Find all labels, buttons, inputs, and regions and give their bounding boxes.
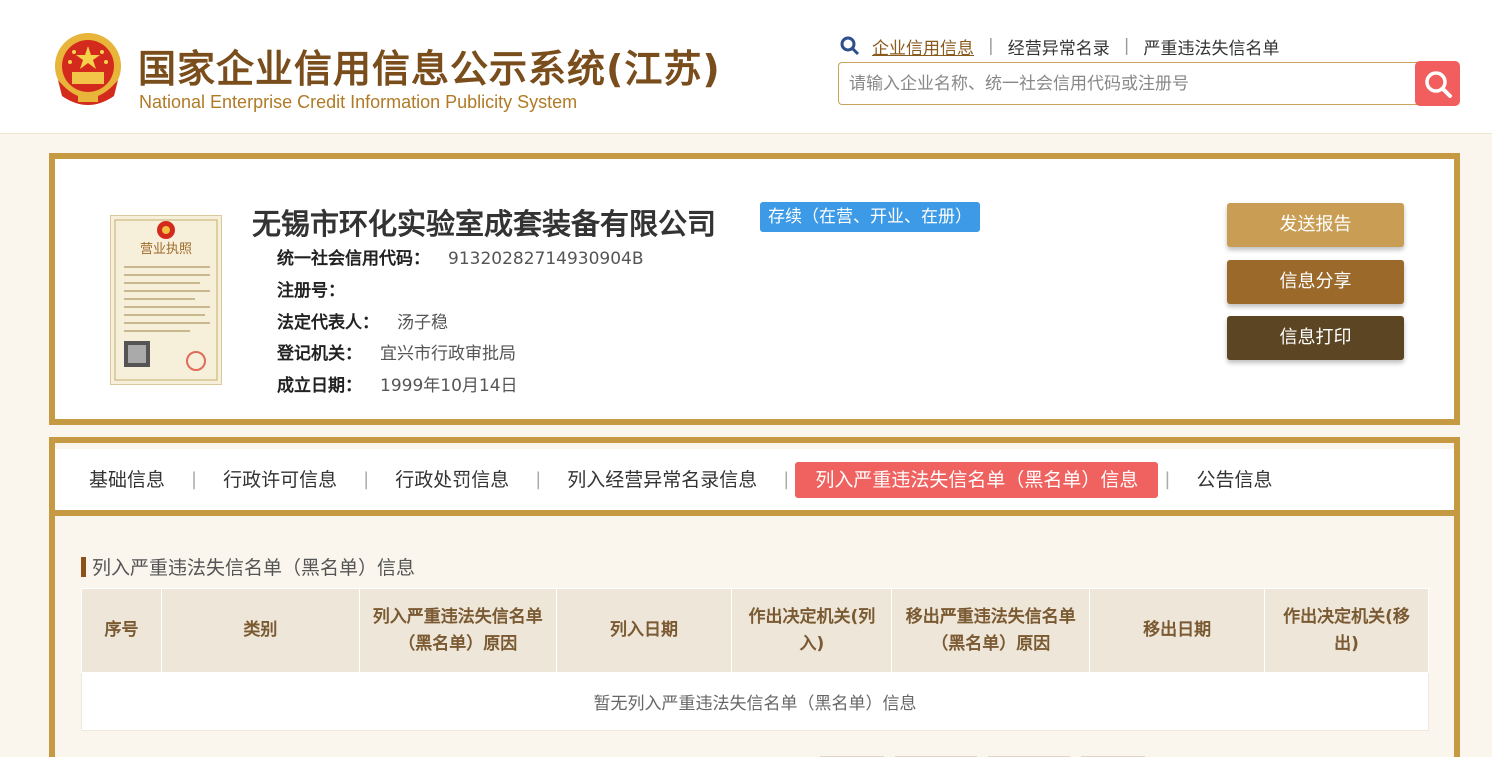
business-license-image: 营业执照 <box>110 215 222 385</box>
send-report-button[interactable]: 发送报告 <box>1227 203 1404 247</box>
tab-bar: 基础信息 | 行政许可信息 | 行政处罚信息 | 列入经营异常名录信息 | 列入… <box>55 449 1454 516</box>
field-value: 1999年10月14日 <box>380 376 518 396</box>
print-info-button[interactable]: 信息打印 <box>1227 316 1404 360</box>
search-button[interactable] <box>1415 61 1460 106</box>
national-emblem-icon <box>55 33 121 105</box>
tab-abnormal-list[interactable]: 列入经营异常名录信息 <box>547 462 777 498</box>
field-label: 统一社会信用代码： <box>277 249 430 269</box>
top-nav: 企业信用信息 | 经营异常名录 | 严重违法失信名单 <box>840 34 1279 59</box>
search-icon <box>1424 70 1452 98</box>
field-registration-number: 注册号： <box>277 276 363 301</box>
column-header: 列入严重违法失信名单（黑名单）原因 <box>358 588 557 673</box>
column-header: 作出决定机关(移出) <box>1264 588 1429 673</box>
share-info-button[interactable]: 信息分享 <box>1227 260 1404 304</box>
field-value: 91320282714930904B <box>448 249 644 269</box>
search-box <box>838 62 1418 105</box>
tab-separator: | <box>363 469 370 490</box>
tab-admin-license[interactable]: 行政许可信息 <box>203 462 357 498</box>
tab-separator: | <box>1164 469 1171 490</box>
field-value: 宜兴市行政审批局 <box>380 344 516 364</box>
search-magnifier-icon <box>840 36 860 56</box>
section-title-text: 列入严重违法失信名单（黑名单）信息 <box>92 557 416 579</box>
detail-panel: 基础信息 | 行政许可信息 | 行政处罚信息 | 列入经营异常名录信息 | 列入… <box>49 437 1460 757</box>
section-marker <box>81 556 86 577</box>
field-registration-authority: 登记机关： 宜兴市行政审批局 <box>277 339 516 364</box>
field-legal-representative: 法定代表人： 汤子稳 <box>277 308 448 333</box>
field-label: 登记机关： <box>277 344 362 364</box>
column-header: 移出严重违法失信名单（黑名单）原因 <box>891 588 1091 673</box>
site-header: 国家企业信用信息公示系统(江苏) National Enterprise Cre… <box>0 0 1492 134</box>
table-header-row: 序号 类别 列入严重违法失信名单（黑名单）原因 列入日期 作出决定机关(列入) … <box>81 588 1429 673</box>
field-label: 法定代表人： <box>277 313 379 333</box>
status-badge: 存续（在营、开业、在册） <box>760 202 980 232</box>
column-header: 移出日期 <box>1089 588 1266 673</box>
nav-separator: | <box>988 36 994 56</box>
field-credit-code: 统一社会信用代码： 91320282714930904B <box>277 244 644 269</box>
tab-blacklist[interactable]: 列入严重违法失信名单（黑名单）信息 <box>795 461 1159 498</box>
nav-link-blacklist[interactable]: 严重违法失信名单 <box>1143 34 1279 59</box>
search-input[interactable] <box>839 63 1418 104</box>
tab-separator: | <box>191 469 198 490</box>
nav-link-abnormal-list[interactable]: 经营异常名录 <box>1008 34 1110 59</box>
column-header: 列入日期 <box>555 588 733 673</box>
column-header: 类别 <box>160 588 360 673</box>
section-title: 列入严重违法失信名单（黑名单）信息 <box>81 553 415 580</box>
tab-admin-penalty[interactable]: 行政处罚信息 <box>375 462 529 498</box>
field-establishment-date: 成立日期： 1999年10月14日 <box>277 371 518 396</box>
tab-basic-info[interactable]: 基础信息 <box>69 462 185 498</box>
tab-separator: | <box>535 469 542 490</box>
table-row: 暂无列入严重违法失信名单（黑名单）信息 <box>81 672 1429 731</box>
column-header: 作出决定机关(列入) <box>731 588 893 673</box>
site-subtitle: National Enterprise Credit Information P… <box>139 92 578 112</box>
blacklist-table: 序号 类别 列入严重违法失信名单（黑名单）原因 列入日期 作出决定机关(列入) … <box>81 588 1429 731</box>
license-title: 营业执照 <box>140 242 192 257</box>
nav-separator: | <box>1123 36 1130 56</box>
company-card: 营业执照 无锡市环化实验室成套装备有限公司 存续（在营、开业、在册） 统一社会信… <box>49 153 1460 425</box>
field-value: 汤子稳 <box>397 313 448 333</box>
field-label: 注册号： <box>277 281 345 301</box>
site-title: 国家企业信用信息公示系统(江苏) <box>138 47 721 91</box>
empty-message: 暂无列入严重违法失信名单（黑名单）信息 <box>81 672 1429 731</box>
tab-separator: | <box>783 469 790 490</box>
field-label: 成立日期： <box>277 376 362 396</box>
column-header: 序号 <box>81 588 162 673</box>
nav-link-enterprise-credit[interactable]: 企业信用信息 <box>872 34 974 59</box>
tab-announcements[interactable]: 公告信息 <box>1176 462 1292 498</box>
company-name: 无锡市环化实验室成套装备有限公司 <box>252 207 717 241</box>
